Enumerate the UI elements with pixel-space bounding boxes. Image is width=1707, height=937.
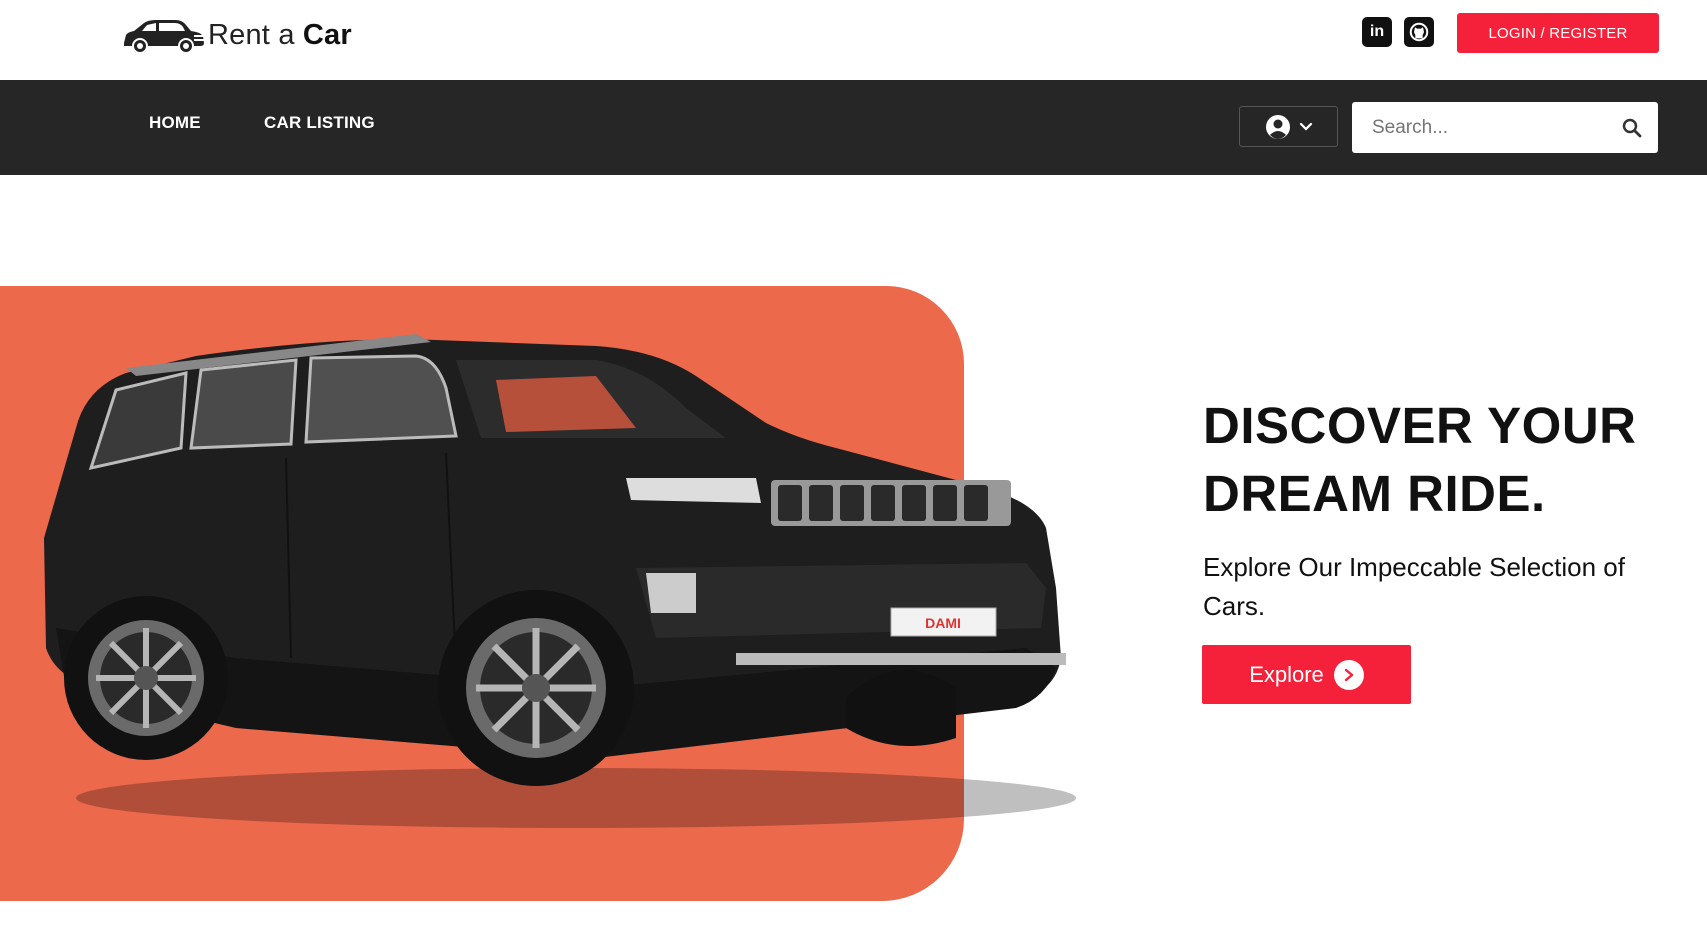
search-input[interactable] (1352, 102, 1602, 153)
car-logo-icon (124, 20, 204, 54)
hero-car-image: DAMI (44, 334, 1076, 828)
chevron-down-icon (1299, 122, 1312, 131)
hero-subtitle: Explore Our Impeccable Selection of Cars… (1203, 552, 1625, 621)
search-icon[interactable] (1622, 118, 1642, 138)
nav-car-listing[interactable]: CAR LISTING (264, 113, 375, 133)
brand-logo[interactable]: Rent a Car (120, 10, 352, 60)
brand-name-bold: Car (302, 18, 352, 51)
nav-home[interactable]: HOME (149, 113, 201, 133)
login-register-button[interactable]: LOGIN / REGISTER (1457, 13, 1659, 53)
brand-name: Rent a Car (208, 19, 352, 52)
main-navbar: HOME CAR LISTING (0, 80, 1707, 175)
linkedin-glyph: in (1369, 23, 1385, 40)
search-box (1352, 102, 1658, 153)
github-icon[interactable] (1404, 17, 1434, 47)
explore-button-label: Explore (1249, 661, 1324, 687)
explore-button[interactable]: Explore (1202, 645, 1411, 704)
top-bar: Rent a Car in LOGIN / REGISTER (0, 0, 1707, 80)
brand-name-light: Rent a (208, 18, 303, 51)
user-menu-dropdown[interactable] (1239, 106, 1338, 147)
linkedin-icon[interactable]: in (1362, 17, 1392, 47)
hero-title: DISCOVER YOUR DREAM RIDE. (1203, 397, 1637, 522)
license-plate-text: DAMI (925, 615, 961, 631)
chevron-right-circle-icon (1333, 659, 1364, 690)
social-links: in (1362, 17, 1434, 47)
user-circle-icon (1265, 114, 1290, 139)
github-glyph (1409, 22, 1429, 42)
